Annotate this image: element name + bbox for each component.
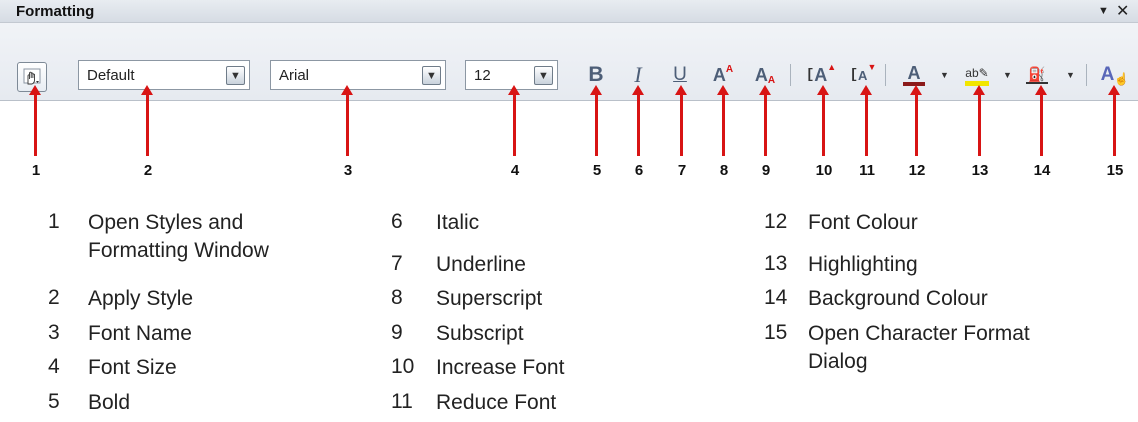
callout-arrow <box>1108 85 1120 156</box>
legend-number: 14 <box>764 286 788 309</box>
toolbar-separator <box>885 64 886 86</box>
chevron-down-icon[interactable]: ▼ <box>940 70 949 80</box>
legend-number: 8 <box>391 286 403 309</box>
font-name-value: Arial <box>279 67 310 84</box>
legend-label: Open Character Format <box>808 322 1030 345</box>
callout-number: 6 <box>634 162 644 179</box>
legend-number: 3 <box>48 321 60 344</box>
callout-arrow <box>1035 85 1047 156</box>
legend-number: 9 <box>391 321 403 344</box>
callout-number: 15 <box>1106 162 1124 179</box>
legend-label: Background Colour <box>808 287 988 310</box>
callout-number: 11 <box>859 162 875 179</box>
legend-label: Apply Style <box>88 287 194 310</box>
legend-number: 6 <box>391 210 403 233</box>
background-colour-swatch <box>1026 82 1048 84</box>
chevron-down-icon[interactable]: ▼ <box>226 66 245 85</box>
legend-label: Increase Font <box>436 356 565 379</box>
legend-label: Subscript <box>436 322 524 345</box>
callout-arrow <box>508 85 520 156</box>
chevron-down-icon[interactable]: ▼ <box>534 66 553 85</box>
callout-number: 4 <box>510 162 520 179</box>
legend-label: Highlighting <box>808 253 918 276</box>
apply-style-value: Default <box>87 67 135 84</box>
callout-arrow <box>717 85 729 156</box>
formatting-toolbar: Formatting ▼ ✕ Default ▼ Arial ▼ 12 ▼ B … <box>0 0 1138 101</box>
legend-number: 7 <box>391 252 403 275</box>
callout-number: 2 <box>143 162 153 179</box>
legend-label: Open Styles and <box>88 211 244 234</box>
font-size-value: 12 <box>474 67 491 84</box>
triangle-down-icon[interactable]: ▼ <box>1098 5 1109 17</box>
callout-arrow <box>817 85 829 156</box>
legend-number: 4 <box>48 355 60 378</box>
callout-arrow <box>860 85 872 156</box>
callout-number: 7 <box>677 162 687 179</box>
legend-number: 1 <box>48 210 60 233</box>
apply-style-combo[interactable]: Default ▼ <box>78 60 250 90</box>
legend-number: 5 <box>48 390 60 413</box>
hand-pointer-icon <box>23 68 41 85</box>
legend-label: Reduce Font <box>436 391 557 414</box>
callout-number: 1 <box>31 162 41 179</box>
legend-label: Italic <box>436 211 480 234</box>
callout-arrow <box>590 85 602 156</box>
legend-number: 13 <box>764 252 788 275</box>
callout-number: 13 <box>971 162 989 179</box>
callout-number: 9 <box>761 162 771 179</box>
callout-number: 14 <box>1033 162 1051 179</box>
callout-arrow <box>973 85 985 156</box>
legend-number: 15 <box>764 321 788 344</box>
legend-label: Bold <box>88 391 131 414</box>
legend-number: 2 <box>48 286 60 309</box>
callout-number: 3 <box>343 162 353 179</box>
callout-number: 12 <box>908 162 926 179</box>
legend-label: Dialog <box>808 350 868 373</box>
toolbar-separator <box>1086 64 1087 86</box>
callout-arrow <box>341 85 353 156</box>
chevron-down-icon[interactable]: ▼ <box>422 66 441 85</box>
legend-label: Font Name <box>88 322 192 345</box>
legend-label: Font Size <box>88 356 177 379</box>
callout-arrow <box>632 85 644 156</box>
legend-label: Formatting Window <box>88 239 269 262</box>
callout-arrow <box>910 85 922 156</box>
legend-label: Underline <box>436 253 526 276</box>
chevron-down-icon[interactable]: ▼ <box>1066 70 1075 80</box>
toolbar-title-bar: Formatting ▼ ✕ <box>0 0 1138 23</box>
callout-number: 8 <box>719 162 729 179</box>
callout-number: 10 <box>815 162 833 179</box>
callout-arrow <box>141 85 153 156</box>
legend-label: Font Colour <box>808 211 918 234</box>
chevron-down-icon[interactable]: ▼ <box>1003 70 1012 80</box>
toolbar-title: Formatting <box>16 3 95 20</box>
legend-number: 11 <box>391 390 413 413</box>
callout-number: 5 <box>592 162 602 179</box>
callout-arrow <box>29 85 41 156</box>
callout-arrow <box>675 85 687 156</box>
toolbar-separator <box>790 64 791 86</box>
font-name-combo[interactable]: Arial ▼ <box>270 60 446 90</box>
close-icon[interactable]: ✕ <box>1116 1 1129 21</box>
callout-arrow <box>759 85 771 156</box>
legend-number: 10 <box>391 355 415 378</box>
legend-number: 12 <box>764 210 788 233</box>
legend-label: Superscript <box>436 287 543 310</box>
